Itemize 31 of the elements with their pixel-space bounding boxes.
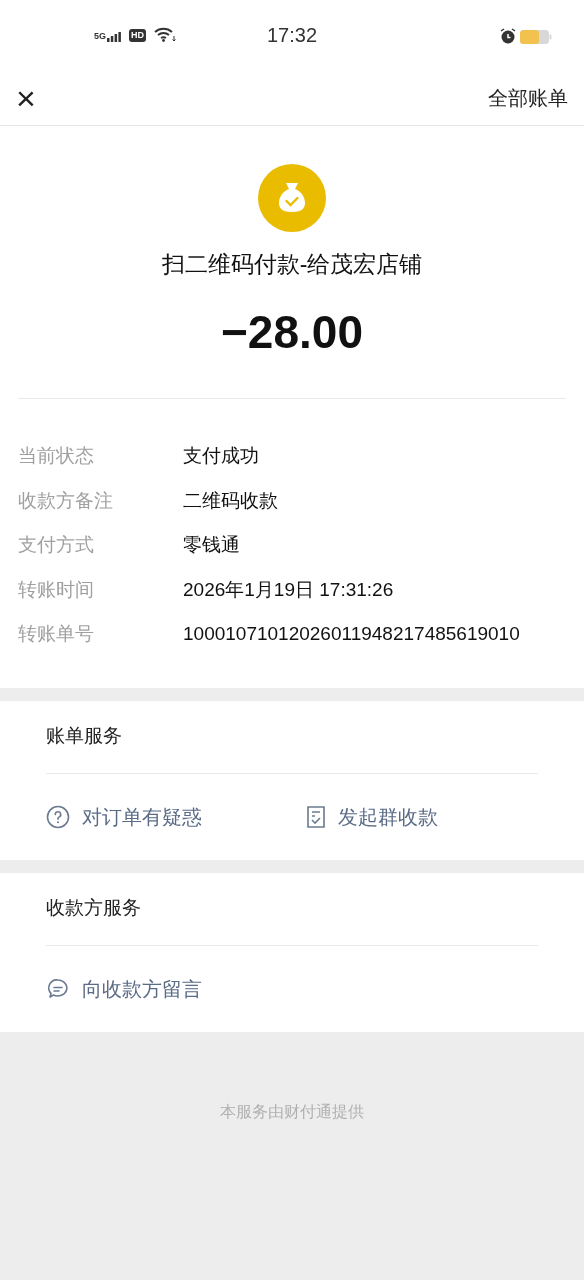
detail-label: 转账时间: [18, 577, 95, 602]
signal-icon: [107, 32, 121, 42]
payment-title: 扫二维码付款-给茂宏店铺: [161, 250, 423, 279]
money-bag-icon: [258, 164, 326, 232]
detail-label: 支付方式: [18, 533, 95, 557]
wifi-icon: [154, 26, 176, 42]
section-title: 收款方服务: [46, 896, 141, 921]
service-link[interactable]: 对订单有疑惑: [46, 801, 306, 832]
detail-label: 转账单号: [18, 622, 95, 646]
battery-icon: [520, 30, 552, 44]
question-icon: [46, 804, 70, 829]
section-title: 账单服务: [46, 724, 122, 749]
detail-value: 2026年1月19日 17:31:26: [183, 577, 394, 602]
detail-label: 收款方备注: [18, 488, 114, 513]
detail-label: 当前状态: [18, 444, 95, 468]
detail-value: 二维码收款: [183, 488, 278, 513]
hd-badge: HD: [129, 29, 146, 42]
detail-value: 10001071012026011948217485619010: [183, 622, 520, 646]
payment-amount: −28.00: [221, 305, 363, 360]
alarm-icon: [500, 28, 516, 44]
detail-value: 零钱通: [183, 533, 240, 557]
detail-value: 支付成功: [183, 444, 259, 468]
all-bills-link[interactable]: 全部账单: [488, 82, 568, 113]
network-label: 5G: [94, 32, 106, 41]
message-icon: [46, 976, 70, 1001]
service-link[interactable]: 发起群收款: [306, 801, 438, 832]
receipt-icon: [306, 804, 326, 829]
service-link[interactable]: 向收款方留言: [46, 973, 306, 1004]
close-button[interactable]: ×: [16, 80, 36, 115]
footer-note: 本服务由财付通提供: [220, 1101, 364, 1122]
status-time: 17:32: [267, 25, 318, 45]
